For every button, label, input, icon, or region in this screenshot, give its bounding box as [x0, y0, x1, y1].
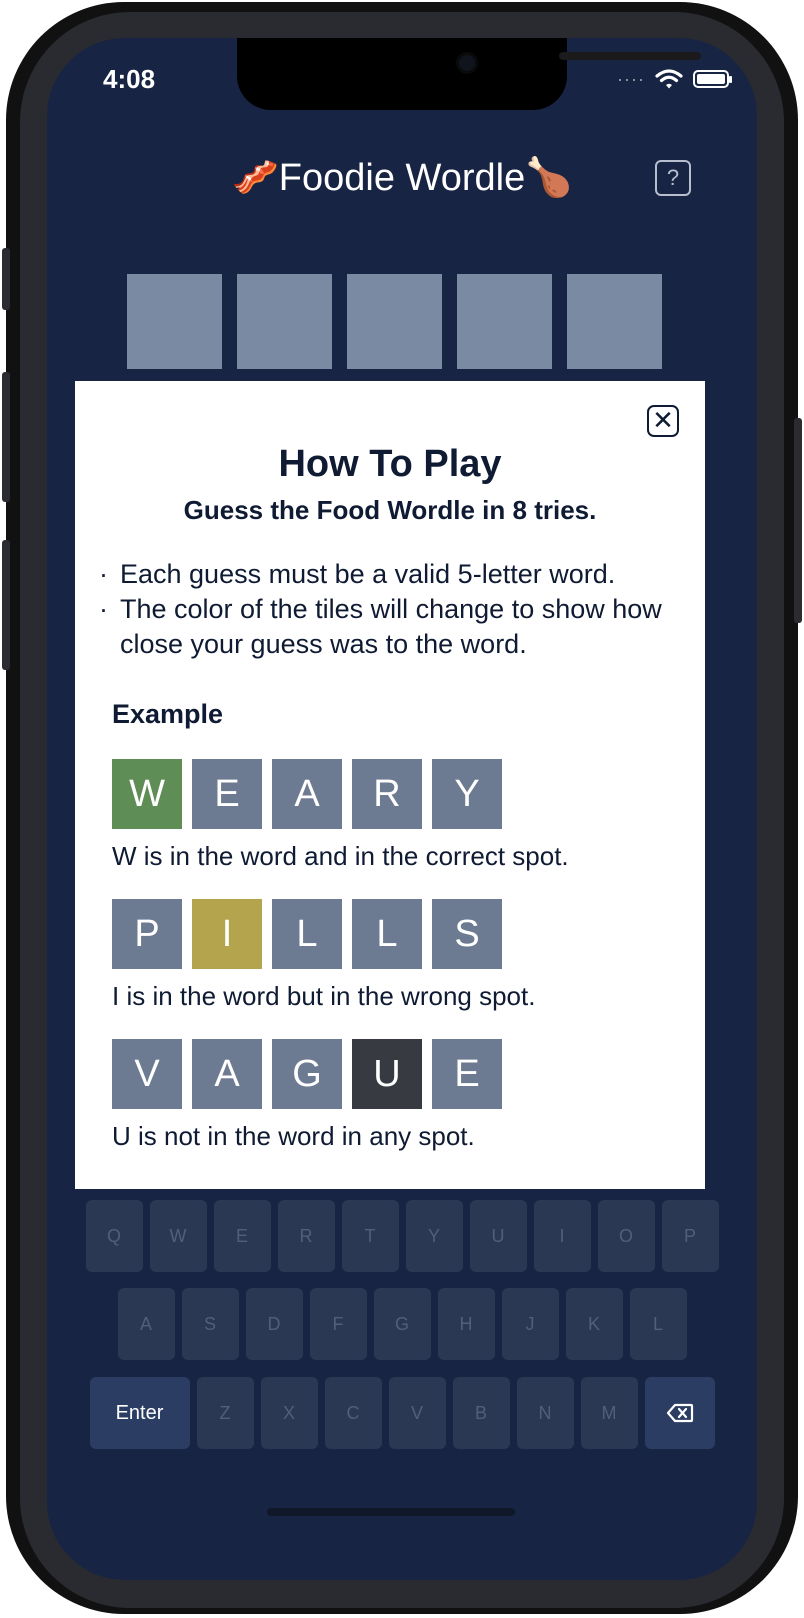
- example-tile: S: [432, 899, 502, 969]
- delete-key[interactable]: [644, 1377, 715, 1449]
- example-caption: I is in the word but in the wrong spot.: [112, 981, 536, 1011]
- example-tile: I: [192, 899, 262, 969]
- app-title: 🥓Foodie Wordle🍗: [231, 157, 573, 199]
- example-tile: R: [352, 759, 422, 829]
- rules-list: · Each guess must be a valid 5-letter wo…: [99, 557, 680, 662]
- front-camera: [456, 52, 478, 74]
- board-tile: [567, 274, 662, 369]
- key-v[interactable]: V: [388, 1377, 446, 1449]
- key-o[interactable]: O: [597, 1200, 655, 1272]
- board-tile: [127, 274, 222, 369]
- key-b[interactable]: B: [452, 1377, 510, 1449]
- wifi-icon: [655, 69, 683, 89]
- modal-title: How To Play: [278, 443, 502, 485]
- example-tile: E: [192, 759, 262, 829]
- close-button[interactable]: ✕: [647, 405, 679, 437]
- key-s[interactable]: S: [181, 1288, 239, 1360]
- example-caption: W is in the word and in the correct spot…: [112, 841, 569, 871]
- board-tile: [457, 274, 552, 369]
- example-caption: U is not in the word in any spot.: [112, 1121, 475, 1151]
- modal-subtitle: Guess the Food Wordle in 8 tries.: [183, 495, 597, 525]
- key-p[interactable]: P: [661, 1200, 719, 1272]
- key-u[interactable]: U: [469, 1200, 527, 1272]
- rule-text: Each guess must be a valid 5-letter word…: [120, 559, 616, 589]
- backspace-icon: [666, 1403, 693, 1423]
- key-a[interactable]: A: [117, 1288, 175, 1360]
- example-tile: V: [112, 1039, 182, 1109]
- bullet: ·: [99, 594, 108, 624]
- keyboard-row-1: QWERTYUIOP: [47, 1200, 757, 1272]
- example-tile: A: [272, 759, 342, 829]
- rule-text: The color of the tiles will change to sh…: [120, 594, 662, 659]
- example-tile: L: [352, 899, 422, 969]
- earpiece-speaker: [559, 52, 701, 60]
- example-tile: E: [432, 1039, 502, 1109]
- key-q[interactable]: Q: [85, 1200, 143, 1272]
- key-y[interactable]: Y: [405, 1200, 463, 1272]
- key-l[interactable]: L: [629, 1288, 687, 1360]
- example-tiles: W E A R Y: [112, 759, 569, 829]
- example-heading: Example: [112, 699, 224, 729]
- example-tile: Y: [432, 759, 502, 829]
- rule-item: · The color of the tiles will change to …: [99, 592, 680, 662]
- example-tile: W: [112, 759, 182, 829]
- key-i[interactable]: I: [533, 1200, 591, 1272]
- example-pills: P I L L S I is in the word but in the wr…: [112, 899, 535, 1012]
- example-tiles: P I L L S: [112, 899, 535, 969]
- key-h[interactable]: H: [437, 1288, 495, 1360]
- example-weary: W E A R Y W is in the word and in the co…: [112, 759, 569, 872]
- key-r[interactable]: R: [277, 1200, 335, 1272]
- how-to-play-modal: ✕ How To Play Guess the Food Wordle in 8…: [75, 381, 705, 1189]
- status-icons: ····: [617, 68, 732, 90]
- key-g[interactable]: G: [373, 1288, 431, 1360]
- key-c[interactable]: C: [324, 1377, 382, 1449]
- cellular-signal-icon: ····: [617, 68, 645, 89]
- enter-key[interactable]: Enter: [89, 1377, 190, 1449]
- board-tile: [237, 274, 332, 369]
- key-d[interactable]: D: [245, 1288, 303, 1360]
- example-tiles: V A G U E: [112, 1039, 502, 1109]
- key-k[interactable]: K: [565, 1288, 623, 1360]
- rule-item: · Each guess must be a valid 5-letter wo…: [99, 557, 680, 592]
- keyboard-row-2: ASDFGHJKL: [47, 1288, 757, 1360]
- example-tile: G: [272, 1039, 342, 1109]
- key-m[interactable]: M: [580, 1377, 638, 1449]
- volume-up-button: [2, 372, 10, 502]
- volume-down-button: [2, 540, 10, 670]
- home-indicator: [267, 1508, 515, 1516]
- screen: 4:08 ···· 🥓Foodie Wordle🍗 ? QWERTYUIOP A…: [47, 38, 757, 1580]
- notch: [237, 38, 701, 110]
- silent-switch: [2, 248, 10, 310]
- key-j[interactable]: J: [501, 1288, 559, 1360]
- example-vague: V A G U E U is not in the word in any sp…: [112, 1039, 502, 1152]
- key-e[interactable]: E: [213, 1200, 271, 1272]
- key-t[interactable]: T: [341, 1200, 399, 1272]
- board-tile: [347, 274, 442, 369]
- key-w[interactable]: W: [149, 1200, 207, 1272]
- example-tile: U: [352, 1039, 422, 1109]
- game-board-row: [127, 274, 662, 369]
- status-time: 4:08: [103, 64, 156, 94]
- example-tile: P: [112, 899, 182, 969]
- bullet: ·: [99, 559, 108, 589]
- keyboard-row-3: Enter ZXCVBNM: [47, 1377, 757, 1449]
- key-z[interactable]: Z: [196, 1377, 254, 1449]
- key-f[interactable]: F: [309, 1288, 367, 1360]
- battery-icon: [693, 70, 732, 88]
- help-button[interactable]: ?: [655, 160, 691, 196]
- key-n[interactable]: N: [516, 1377, 574, 1449]
- example-tile: A: [192, 1039, 262, 1109]
- key-x[interactable]: X: [260, 1377, 318, 1449]
- power-button: [794, 418, 802, 623]
- example-tile: L: [272, 899, 342, 969]
